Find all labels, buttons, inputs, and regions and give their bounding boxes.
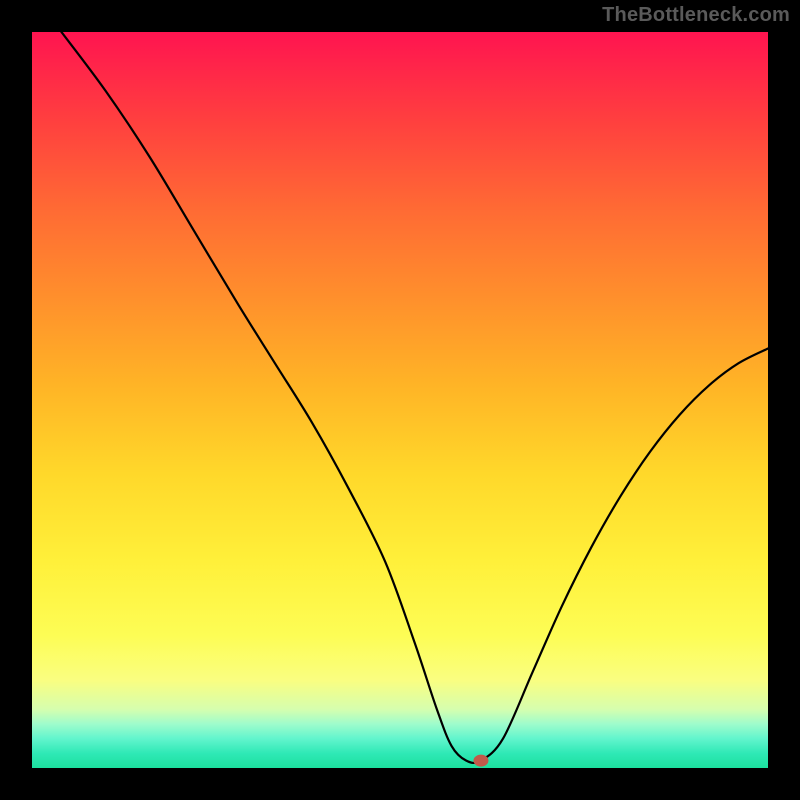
bottleneck-curve [32,32,768,768]
optimal-marker [474,755,488,766]
attribution-text: TheBottleneck.com [602,4,790,27]
curve-path [61,32,768,763]
chart-frame: TheBottleneck.com [0,0,800,800]
plot-area [32,32,768,768]
